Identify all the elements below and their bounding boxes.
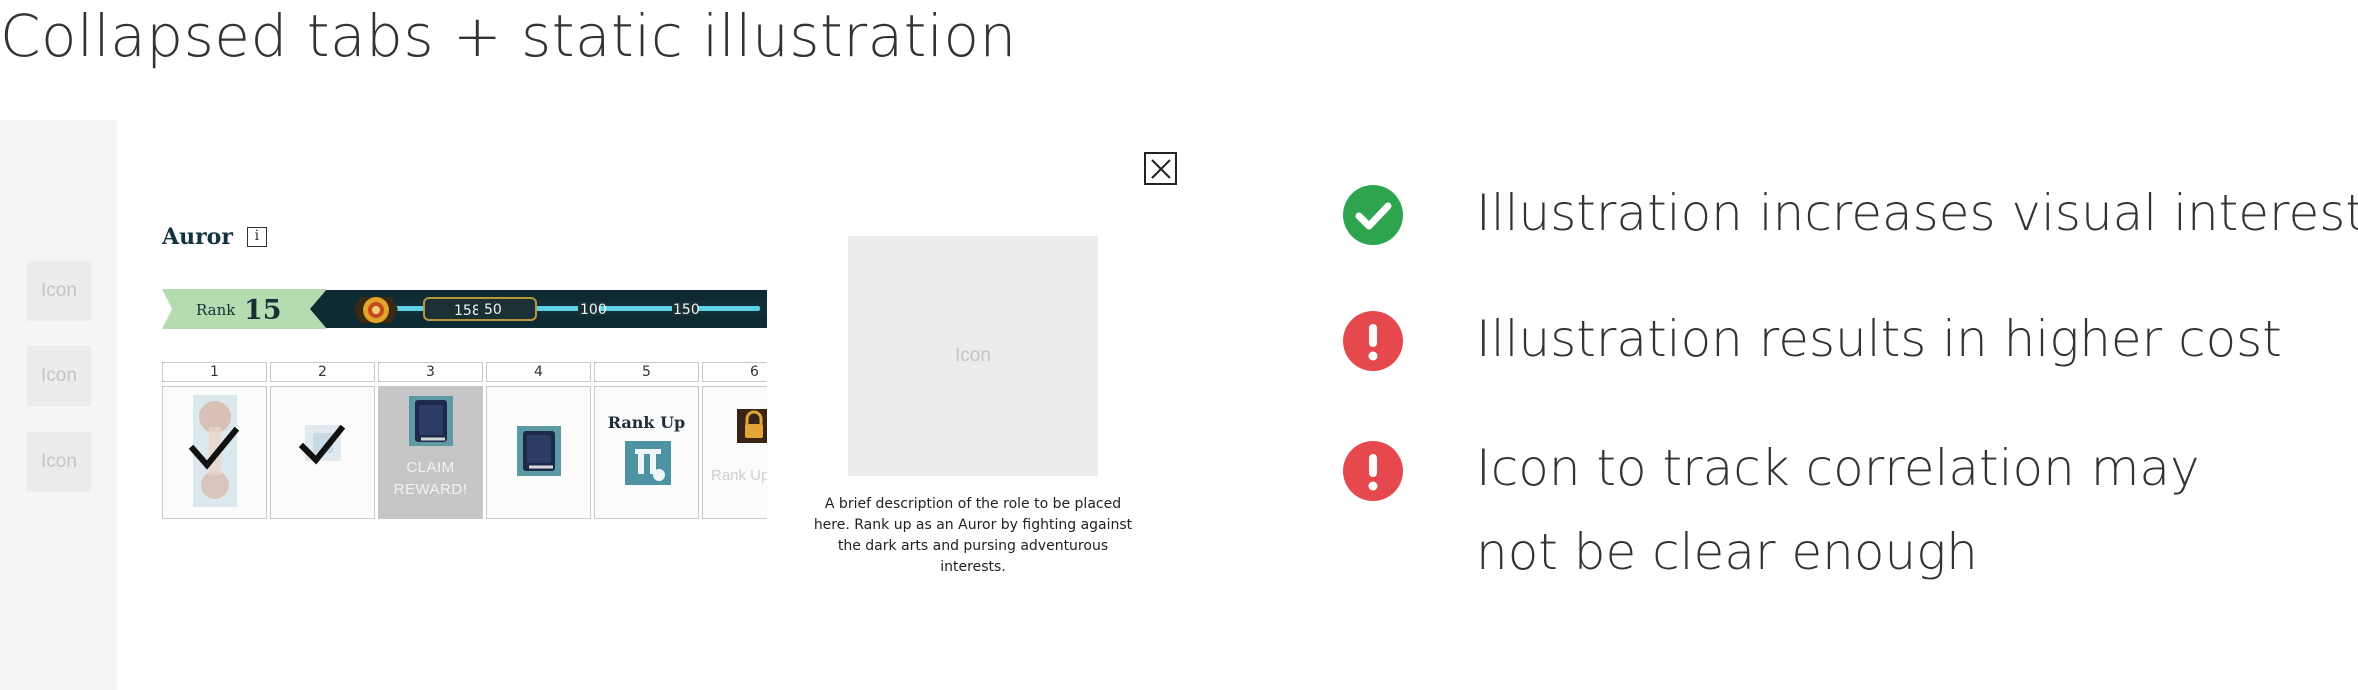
rank-label: Rank	[196, 301, 236, 319]
reward-cell[interactable]: 5 Rank Up	[594, 362, 699, 519]
xp-current: 158	[454, 303, 481, 319]
page-title: Collapsed tabs + static illustration	[0, 2, 1017, 70]
cell-number: 6	[702, 362, 767, 382]
reward-slot: Rank Up to see rewards	[702, 386, 767, 519]
point-text: Illustration increases visual interest	[1476, 184, 2358, 242]
check-circle-icon	[1343, 185, 1403, 245]
progress-mark: 50	[484, 302, 502, 318]
rank-crest-icon	[354, 297, 398, 323]
reward-slot: CLAIM REWARD!	[378, 386, 483, 519]
info-icon[interactable]: i	[246, 227, 267, 247]
reward-track: 1 2 3 CLAIM REWARD! 4 5 Rank Up 6 Rank U…	[162, 362, 767, 524]
role-description: A brief description of the role to be pl…	[813, 496, 1133, 575]
cell-number: 5	[594, 362, 699, 382]
tab-icon-placeholder[interactable]: Icon	[27, 261, 91, 321]
tab-icon-placeholder[interactable]: Icon	[27, 346, 91, 406]
reward-slot	[486, 386, 591, 519]
reward-cell[interactable]: 6 Rank Up to see rewards	[702, 362, 767, 519]
close-button[interactable]	[1144, 152, 1177, 185]
padlock-icon	[737, 409, 767, 443]
book-icon	[517, 426, 561, 476]
cell-number: 1	[162, 362, 267, 382]
point-text: not be clear enough	[1476, 523, 1978, 581]
close-icon	[1150, 158, 1171, 179]
book-icon	[409, 396, 453, 446]
point-text: Illustration results in higher cost	[1476, 310, 2282, 368]
reward-cell[interactable]: 3 CLAIM REWARD!	[378, 362, 483, 519]
locked-reward-label: Rank Up to see rewards	[711, 467, 767, 484]
exclamation-circle-icon	[1343, 441, 1403, 501]
role-title: Auror	[162, 224, 233, 250]
reward-slot	[270, 386, 375, 519]
reward-cell[interactable]: 1	[162, 362, 267, 519]
cell-number: 2	[270, 362, 375, 382]
rank-progress-bar: Rank 15 158 50 100 150	[162, 288, 767, 330]
role-illustration-placeholder: Icon	[848, 236, 1098, 476]
collapsed-tab-rail: Icon Icon Icon	[0, 120, 117, 690]
exclamation-circle-icon	[1343, 311, 1403, 371]
reward-cell[interactable]: 4	[486, 362, 591, 519]
cell-number: 3	[378, 362, 483, 382]
reward-slot: Rank Up	[594, 386, 699, 519]
point-text: Icon to track correlation may	[1476, 439, 2200, 497]
cell-number: 4	[486, 362, 591, 382]
claim-reward-label[interactable]: CLAIM REWARD!	[379, 457, 482, 501]
tab-icon-placeholder[interactable]: Icon	[27, 432, 91, 492]
progress-mark: 100	[580, 302, 607, 318]
reward-cell[interactable]: 2	[270, 362, 375, 519]
reward-slot	[162, 386, 267, 519]
rank-number: 15	[244, 295, 282, 326]
pedestal-icon	[625, 441, 671, 485]
progress-mark: 150	[673, 302, 700, 318]
role-header: Auror i	[162, 224, 267, 250]
